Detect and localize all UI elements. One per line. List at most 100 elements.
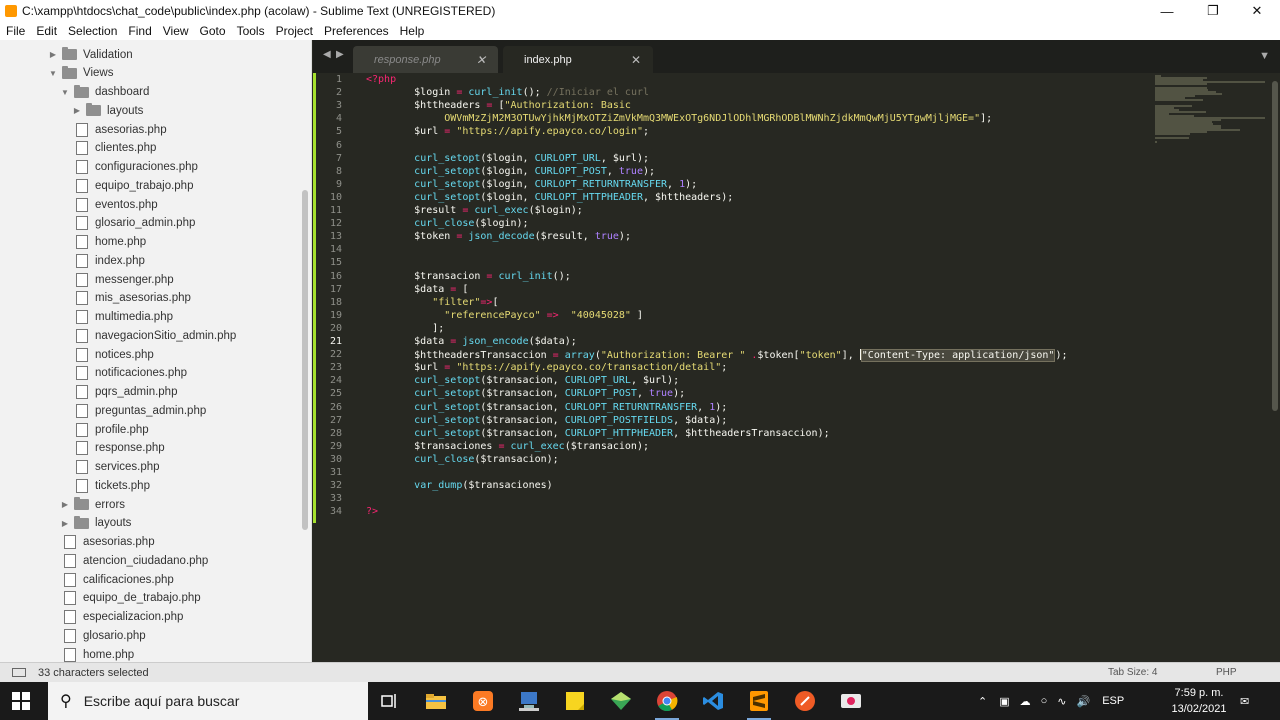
code-line[interactable]: $transacion = curl_init();: [366, 271, 571, 282]
volume-icon[interactable]: 🔊: [1077, 695, 1091, 708]
chevron-up-icon[interactable]: ⌃: [978, 695, 987, 708]
sidebar-file[interactable]: glosario.php: [64, 626, 146, 645]
sidebar-file[interactable]: tickets.php: [76, 476, 150, 495]
sidebar-file[interactable]: configuraciones.php: [76, 158, 198, 177]
tab-next-icon[interactable]: ▶: [336, 49, 344, 60]
sidebar-file[interactable]: equipo_de_trabajo.php: [64, 589, 201, 608]
chevron-right-icon[interactable]: ▶: [48, 50, 58, 59]
menu-project[interactable]: Project: [270, 24, 318, 38]
notifications-icon[interactable]: ✉: [1240, 682, 1249, 720]
sidebar-file[interactable]: index.php: [76, 251, 145, 270]
code-line[interactable]: $data = [: [366, 284, 468, 295]
close-icon[interactable]: ✕: [474, 53, 488, 67]
chevron-right-icon[interactable]: ▶: [72, 106, 82, 115]
menu-file[interactable]: File: [0, 24, 30, 38]
file-explorer-icon[interactable]: [424, 689, 448, 713]
code-line[interactable]: ?>: [366, 506, 378, 517]
code-line[interactable]: $url = "https://apify.epayco.co/login";: [366, 126, 649, 137]
menu-selection[interactable]: Selection: [62, 24, 122, 38]
sidebar-file[interactable]: asesorias.php: [64, 533, 155, 552]
menu-goto[interactable]: Goto: [194, 24, 231, 38]
code-line[interactable]: $httheadersTransaccion = array("Authoriz…: [366, 349, 1067, 363]
wifi-icon[interactable]: ∿: [1057, 695, 1066, 708]
syntax-indicator[interactable]: PHP: [1216, 667, 1237, 678]
code-line[interactable]: ];: [366, 323, 444, 334]
panel-toggle-icon[interactable]: [12, 668, 26, 677]
clock[interactable]: 7:59 p. m. 13/02/2021: [1170, 685, 1228, 717]
tab-prev-icon[interactable]: ◀: [323, 49, 331, 60]
menu-tools[interactable]: Tools: [231, 24, 270, 38]
code-line[interactable]: OWVmMzZjM2M3OTUwYjhkMjMxOTZiZmVkMmQ3MWEx…: [366, 113, 992, 124]
cloud-icon[interactable]: ☁: [1020, 695, 1031, 708]
sidebar-file[interactable]: atencion_ciudadano.php: [64, 551, 208, 570]
onedrive-icon[interactable]: ○: [1041, 695, 1048, 707]
sidebar-folder[interactable]: ▶ layouts: [72, 101, 143, 120]
code-line[interactable]: $login = curl_init(); //Iniciar el curl: [366, 87, 649, 98]
code-line[interactable]: curl_setopt($login, CURLOPT_RETURNTRANSF…: [366, 179, 697, 190]
sidebar-file[interactable]: home.php: [64, 645, 134, 662]
tab-dropdown-icon[interactable]: ▼: [1259, 50, 1270, 62]
sidebar-file[interactable]: eventos.php: [76, 195, 158, 214]
windows-start-icon[interactable]: [12, 692, 30, 710]
sidebar-file[interactable]: mis_asesorias.php: [76, 289, 191, 308]
sketchup-icon[interactable]: [609, 689, 633, 713]
sidebar-file[interactable]: asesorias.php: [76, 120, 167, 139]
sidebar-file[interactable]: calificaciones.php: [64, 570, 174, 589]
menu-view[interactable]: View: [157, 24, 194, 38]
code-line[interactable]: curl_setopt($login, CURLOPT_HTTPHEADER, …: [366, 192, 733, 203]
menu-help[interactable]: Help: [394, 24, 430, 38]
sidebar-file[interactable]: services.php: [76, 458, 160, 477]
code-line[interactable]: curl_setopt($transacion, CURLOPT_HTTPHEA…: [366, 428, 829, 439]
sidebar-folder[interactable]: ▶ Validation: [48, 45, 133, 64]
sidebar-folder[interactable]: ▼ Views: [48, 64, 113, 83]
code-line[interactable]: curl_setopt($transacion, CURLOPT_RETURNT…: [366, 402, 727, 413]
sidebar-file[interactable]: equipo_trabajo.php: [76, 176, 193, 195]
sidebar-file[interactable]: glosario_admin.php: [76, 214, 195, 233]
close-icon[interactable]: ✕: [629, 53, 643, 67]
code-line[interactable]: curl_setopt($login, CURLOPT_POST, true);: [366, 166, 655, 177]
sidebar-file[interactable]: navegacionSitio_admin.php: [76, 326, 236, 345]
sidebar-file[interactable]: multimedia.php: [76, 308, 173, 327]
code-line[interactable]: $url = "https://apify.epayco.co/transact…: [366, 362, 727, 373]
minimize-button[interactable]: —: [1144, 0, 1190, 22]
code-line[interactable]: "filter"=>[: [366, 297, 498, 308]
sidebar-file[interactable]: notificaciones.php: [76, 364, 187, 383]
chevron-down-icon[interactable]: ▼: [48, 69, 58, 78]
code-line[interactable]: $result = curl_exec($login);: [366, 205, 583, 216]
menu-edit[interactable]: Edit: [30, 24, 62, 38]
menu-find[interactable]: Find: [122, 24, 156, 38]
code-line[interactable]: $httheaders = ["Authorization: Basic: [366, 100, 631, 111]
chrome-icon[interactable]: [655, 689, 679, 720]
language-indicator[interactable]: ESP: [1102, 695, 1124, 707]
sidebar-file[interactable]: profile.php: [76, 420, 149, 439]
vscode-icon[interactable]: [701, 689, 725, 713]
code-line[interactable]: curl_setopt($transacion, CURLOPT_POSTFIE…: [366, 415, 727, 426]
sidebar-folder[interactable]: ▶ layouts: [60, 514, 131, 533]
sidebar-file[interactable]: notices.php: [76, 345, 154, 364]
code-line[interactable]: <?php: [366, 74, 396, 85]
tab-index-php[interactable]: index.php ✕: [503, 46, 653, 73]
postman-icon[interactable]: [793, 689, 817, 713]
sidebar-scrollbar[interactable]: [302, 190, 308, 530]
code-line[interactable]: $data = json_encode($data);: [366, 336, 577, 347]
sidebar-file[interactable]: especializacion.php: [64, 608, 183, 627]
sublime-text-icon[interactable]: [747, 689, 771, 720]
screen-recorder-icon[interactable]: [839, 689, 863, 713]
sticky-notes-icon[interactable]: [563, 689, 587, 713]
close-window-button[interactable]: ✕: [1234, 0, 1280, 22]
code-line[interactable]: curl_setopt($transacion, CURLOPT_URL, $u…: [366, 375, 679, 386]
sidebar-folder[interactable]: ▶ errors: [60, 495, 125, 514]
sidebar-file[interactable]: clientes.php: [76, 139, 156, 158]
sidebar-folder[interactable]: ▼ dashboard: [60, 83, 149, 102]
network-app-icon[interactable]: [517, 689, 541, 713]
code-line[interactable]: curl_close($transacion);: [366, 454, 559, 465]
code-line[interactable]: curl_close($login);: [366, 218, 528, 229]
sidebar-file[interactable]: home.php: [76, 233, 146, 252]
chevron-down-icon[interactable]: ▼: [60, 88, 70, 97]
restore-button[interactable]: ❐: [1190, 0, 1236, 22]
code-line[interactable]: $transaciones = curl_exec($transacion);: [366, 441, 649, 452]
minimap[interactable]: [1153, 73, 1268, 143]
chevron-right-icon[interactable]: ▶: [60, 519, 70, 528]
chevron-right-icon[interactable]: ▶: [60, 500, 70, 509]
code-line[interactable]: "referencePayco" => "40045028" ]: [366, 310, 643, 321]
